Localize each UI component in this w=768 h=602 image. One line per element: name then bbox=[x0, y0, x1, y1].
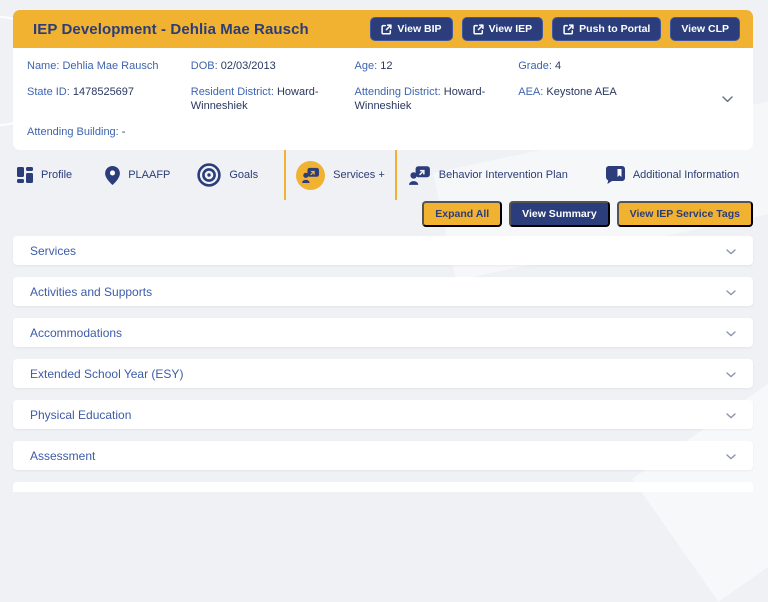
student-dob-field: DOB: 02/03/2013 bbox=[191, 59, 355, 73]
chevron-down-icon bbox=[726, 326, 736, 340]
chevron-down-icon bbox=[726, 244, 736, 258]
external-link-icon bbox=[381, 24, 392, 35]
accordion-label: Activities and Supports bbox=[30, 285, 152, 299]
attending-district-field: Attending District: Howard-Winneshiek bbox=[355, 85, 519, 113]
next-accordion-partial bbox=[13, 482, 753, 492]
tab-plaafp[interactable]: PLAAFP bbox=[105, 166, 170, 185]
collapse-student-info-chevron-icon[interactable] bbox=[722, 90, 733, 108]
tab-goals[interactable]: Goals bbox=[197, 163, 258, 187]
accordion-label: Extended School Year (ESY) bbox=[30, 367, 183, 381]
presenter-icon bbox=[296, 161, 325, 190]
accordion-label: Services bbox=[30, 244, 76, 258]
student-state-id-field: State ID: 1478525697 bbox=[27, 85, 191, 113]
tab-label: Additional Information bbox=[633, 169, 739, 181]
page-title: IEP Development - Dehlia Mae Rausch bbox=[33, 21, 309, 38]
external-link-icon bbox=[563, 24, 574, 35]
accordion-physical-education[interactable]: Physical Education bbox=[13, 400, 753, 429]
student-age-field: Age: 12 bbox=[355, 59, 519, 73]
resident-district-field: Resident District: Howard-Winneshiek bbox=[191, 85, 355, 113]
map-pin-icon bbox=[105, 166, 120, 185]
student-grade-field: Grade: 4 bbox=[518, 59, 739, 73]
aea-field: AEA: Keystone AEA bbox=[518, 85, 739, 113]
services-accordion-list: Services Activities and Supports Accommo… bbox=[13, 236, 753, 492]
header-button-group: View BIP View IEP Push t bbox=[370, 17, 740, 41]
view-summary-button[interactable]: View Summary bbox=[509, 201, 610, 227]
accordion-extended-school-year[interactable]: Extended School Year (ESY) bbox=[13, 359, 753, 388]
services-action-buttons: Expand All View Summary View IEP Service… bbox=[13, 201, 753, 227]
attending-building-field: Attending Building: - bbox=[27, 125, 355, 139]
accordion-label: Physical Education bbox=[30, 408, 131, 422]
view-clp-button[interactable]: View CLP bbox=[670, 17, 740, 41]
tab-label: Profile bbox=[41, 169, 72, 181]
student-info-panel: Name: Dehlia Mae Rausch DOB: 02/03/2013 … bbox=[13, 48, 753, 150]
presenter-icon bbox=[409, 165, 431, 185]
student-name-field: Name: Dehlia Mae Rausch bbox=[27, 59, 191, 73]
chevron-down-icon bbox=[726, 367, 736, 381]
student-info-grid: Name: Dehlia Mae Rausch DOB: 02/03/2013 … bbox=[27, 59, 739, 139]
view-iep-button[interactable]: View IEP bbox=[462, 17, 544, 41]
accordion-activities-and-supports[interactable]: Activities and Supports bbox=[13, 277, 753, 306]
dashboard-icon bbox=[17, 167, 33, 183]
tab-label: Behavior Intervention Plan bbox=[439, 169, 568, 181]
tab-profile[interactable]: Profile bbox=[17, 167, 72, 183]
tab-behavior-intervention-plan[interactable]: Behavior Intervention Plan bbox=[409, 165, 568, 185]
tab-label: PLAAFP bbox=[128, 169, 170, 181]
tab-additional-information[interactable]: Additional Information bbox=[606, 166, 739, 184]
chevron-down-icon bbox=[726, 285, 736, 299]
iep-section-tabs: Profile PLAAFP Goals bbox=[13, 150, 753, 200]
view-iep-service-tags-button[interactable]: View IEP Service Tags bbox=[617, 201, 753, 227]
tab-label: Goals bbox=[229, 169, 258, 181]
tab-services[interactable]: Services + bbox=[284, 150, 397, 200]
expand-all-button[interactable]: Expand All bbox=[422, 201, 502, 227]
tab-label: Services + bbox=[333, 169, 385, 181]
message-bookmark-icon bbox=[606, 166, 625, 184]
accordion-services[interactable]: Services bbox=[13, 236, 753, 265]
page-header: IEP Development - Dehlia Mae Rausch View… bbox=[13, 10, 753, 48]
view-bip-button[interactable]: View BIP bbox=[370, 17, 452, 41]
push-to-portal-button[interactable]: Push to Portal bbox=[552, 17, 661, 41]
accordion-label: Accommodations bbox=[30, 326, 122, 340]
target-icon bbox=[197, 163, 221, 187]
iep-development-page: IEP Development - Dehlia Mae Rausch View… bbox=[13, 10, 753, 492]
accordion-accommodations[interactable]: Accommodations bbox=[13, 318, 753, 347]
external-link-icon bbox=[473, 24, 484, 35]
chevron-down-icon bbox=[726, 408, 736, 422]
